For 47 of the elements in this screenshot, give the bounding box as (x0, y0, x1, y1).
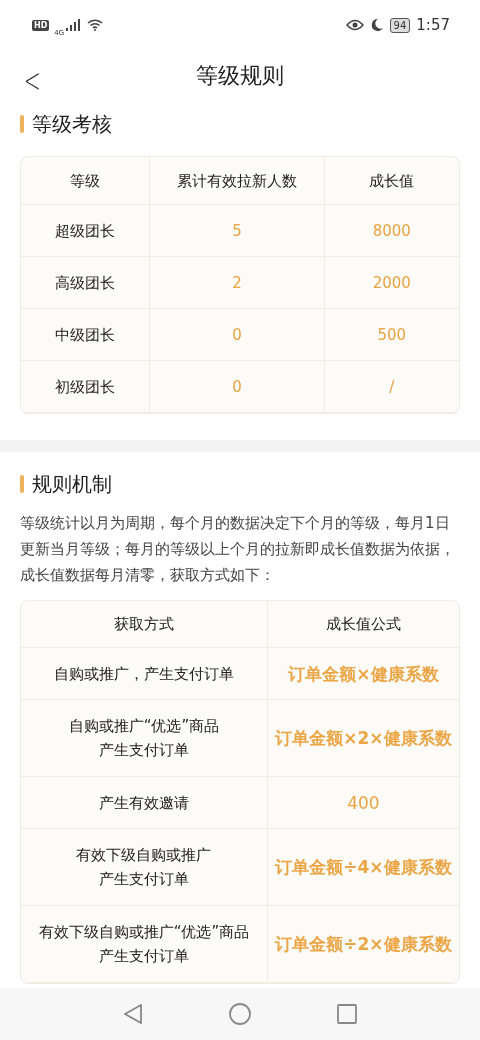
cell-text: 5 (232, 220, 242, 242)
back-button[interactable]: < (20, 60, 45, 100)
cell-text: 0 (232, 324, 242, 346)
section-marker (20, 475, 24, 493)
cell-text: 产生支付订单 (98, 869, 189, 890)
cell-text: 订单金额÷4×健康系数 (275, 856, 452, 879)
page-title: 等级规则 (196, 62, 284, 90)
back-icon[interactable] (123, 1003, 143, 1025)
cell-text: 400 (347, 791, 380, 815)
signal-icon (66, 19, 83, 31)
cell-text: 有效下级自购或推广“优选”商品 (38, 922, 250, 943)
cell-text: 8000 (372, 220, 411, 242)
cell-text: 订单金额÷2×健康系数 (275, 933, 452, 956)
cell-text: 初级团长 (55, 376, 116, 398)
recents-icon[interactable] (337, 1004, 357, 1024)
cell-text: 自购或推广，产生支付订单 (53, 663, 234, 685)
cell-text: 2000 (372, 272, 411, 294)
hd-badge: HD (32, 19, 50, 31)
cell-text: 0 (232, 376, 242, 398)
battery-level: 94 (389, 17, 411, 33)
section-marker (20, 115, 24, 133)
cell-text: 2 (232, 272, 242, 294)
section-title: 规则机制 (32, 470, 112, 498)
rule-description: 等级统计以月为周期，每个月的数据决定下个月的等级，每月1日更新当月等级；每月的等级以上个月的拉新即成长值数据为依据，成长值数据每月清零，获取方式如下： (20, 513, 456, 586)
cell-text: 产生支付订单 (98, 946, 189, 967)
eye-icon (345, 19, 364, 31)
cell-text: 订单金额×健康系数 (288, 662, 439, 686)
wifi-icon (87, 19, 104, 31)
cell-text: 产生有效邀请 (98, 792, 189, 814)
cell-text: 超级团长 (55, 220, 116, 242)
column-header: 累计有效拉新人数 (177, 170, 297, 192)
cell-text: 有效下级自购或推广 (76, 845, 212, 866)
cell-text: 500 (377, 324, 407, 346)
column-header: 成长值公式 (325, 614, 401, 635)
column-header: 获取方式 (113, 614, 174, 635)
cell-text: / (389, 376, 395, 398)
cell-text: 中级团长 (55, 324, 116, 346)
cell-text: 自购或推广“优选”商品 (68, 716, 220, 737)
clock-time: 1:57 (416, 16, 450, 34)
moon-icon (369, 18, 384, 32)
cell-text: 产生支付订单 (98, 740, 189, 761)
column-header: 成长值 (369, 170, 415, 192)
cell-text: 高级团长 (55, 272, 116, 294)
column-header: 等级 (70, 170, 101, 192)
home-icon[interactable] (229, 1003, 251, 1025)
section-title: 等级考核 (32, 110, 112, 138)
cell-text: 订单金额×2×健康系数 (275, 727, 452, 750)
